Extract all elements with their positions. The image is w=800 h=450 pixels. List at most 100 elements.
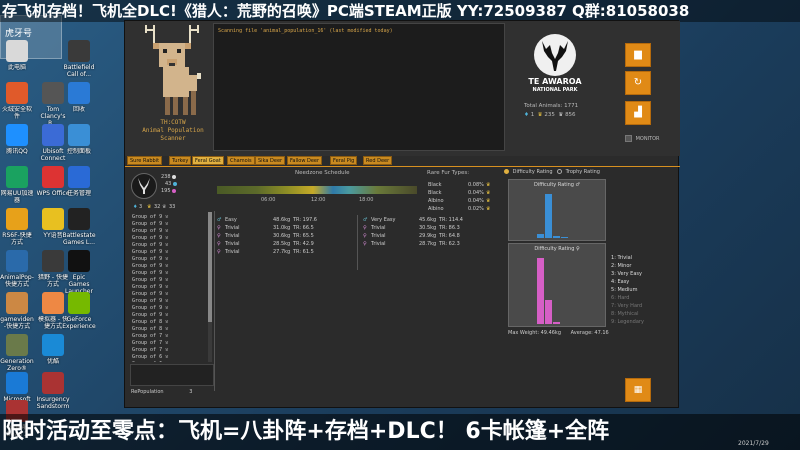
list-item[interactable]: Group of 9 ♉ [132, 284, 168, 290]
female-dot-icon [172, 188, 177, 193]
list-item[interactable]: Group of 9 ♉ [132, 249, 168, 255]
tab-species[interactable]: Feral Goat [192, 156, 224, 165]
app-icon [42, 82, 64, 104]
tab-species[interactable]: Turkey [169, 156, 192, 165]
tab-species[interactable]: Red Deer [363, 156, 393, 165]
female-icon: ♀ [217, 225, 221, 231]
trophy-rating-radio[interactable]: Trophy Rating [557, 169, 600, 175]
monitor-checkbox[interactable] [625, 135, 632, 142]
tab-species[interactable]: Feral Pig [330, 156, 358, 165]
desktop-shortcut-label: 腾讯QQ [6, 148, 28, 155]
desktop-shortcut[interactable]: Battlestate Games L... [62, 208, 96, 246]
desktop-shortcut-label: RS6F-快捷方式 [2, 232, 32, 246]
desktop-shortcut[interactable]: Battlefield Call of... [62, 40, 96, 78]
list-item[interactable]: Group of 9 ♉ [132, 312, 168, 318]
difficulty: Trivial [371, 225, 386, 231]
legend-label: Very Easy [617, 271, 642, 277]
tab-species[interactable]: Fallow Deer [287, 156, 323, 165]
trophy-icon: ♛ [486, 182, 491, 188]
open-folder-button[interactable]: ▆ [625, 43, 651, 67]
group-list[interactable]: Group of 9 ♉ Group of 9 ♉ Group of 9 ♉ Grou… [130, 212, 214, 362]
group-list-scrollbar[interactable] [208, 212, 212, 362]
goat-icon [138, 178, 150, 194]
legend-label: Mythical [617, 311, 639, 317]
stats-chart-button[interactable]: ▟ [625, 101, 651, 125]
legend-label: Medium [617, 287, 638, 293]
legend-number: 4 [611, 279, 615, 285]
desktop-shortcut[interactable]: 腾讯QQ [0, 124, 34, 155]
desktop-shortcut[interactable]: 优酷 [36, 334, 70, 365]
list-item[interactable]: Group of 6 ♉ [132, 361, 168, 362]
desktop-shortcut[interactable]: 网易UU加速器 [0, 166, 34, 204]
trophy-rating: TR: 86.3 [439, 225, 460, 231]
app-icon [6, 166, 28, 188]
trophy-stats: ♦ 1 ♛ 235 ♛ 856 [524, 112, 576, 118]
map-export-button[interactable]: ▦ [625, 378, 651, 402]
desktop-shortcut[interactable]: 控制面板 [62, 124, 96, 155]
list-item[interactable]: Group of 7 ♉ [132, 333, 168, 339]
list-item[interactable]: Group of 9 ♉ [132, 298, 168, 304]
antler-icon: ♉ [162, 298, 169, 304]
antler-icon: ♉ [162, 319, 169, 325]
tab-species[interactable]: Sika Deer [255, 156, 286, 165]
list-item[interactable]: Group of 6 ♉ [132, 354, 168, 360]
desktop-shortcut-label: 控制面板 [66, 148, 91, 155]
desktop-shortcut[interactable]: 任务管理 [62, 166, 96, 197]
list-item[interactable]: Group of 9 ♉ [132, 270, 168, 276]
male-icon: ♂ [217, 217, 222, 223]
list-item[interactable]: Group of 9 ♉ [132, 291, 168, 297]
list-item[interactable]: Group of 7 ♉ [132, 347, 168, 353]
difficulty-rating-radio[interactable]: Difficulty Rating [504, 169, 553, 175]
needzone-tick: 12:00 [311, 197, 326, 203]
list-item[interactable]: Group of 8 ♉ [132, 319, 168, 325]
list-item[interactable]: Group of 7 ♉ [132, 340, 168, 346]
list-item[interactable]: Group of 8 ♉ [132, 326, 168, 332]
difficulty: Trivial [371, 241, 386, 247]
female-icon: ♀ [363, 241, 367, 247]
refresh-button[interactable]: ↻ [625, 71, 651, 95]
female-icon: ♀ [217, 233, 221, 239]
desktop-shortcut[interactable]: 此电脑 [0, 40, 34, 71]
list-item[interactable]: Group of 9 ♉ [132, 263, 168, 269]
desktop-shortcut[interactable]: Epic Games Launcher [62, 250, 96, 295]
list-item[interactable]: Group of 9 ♉ [132, 277, 168, 283]
fur-name: Albino [428, 198, 444, 204]
desktop-shortcut[interactable]: Insurgency Sandstorm [36, 372, 70, 410]
list-item[interactable]: Group of 9 ♉ [132, 305, 168, 311]
list-item[interactable]: Group of 9 ♉ [132, 221, 168, 227]
desktop-shortcut[interactable]: AnimalPop-快捷方式 [0, 250, 34, 288]
rare-fur-row: Albino 0.02% ♛ [428, 206, 490, 212]
tab-species[interactable]: Sure Rabbit [127, 156, 163, 165]
trophy-rating-label: Trophy Rating [565, 169, 600, 175]
chart-title-male: Difficulty Rating ♂ [533, 182, 581, 188]
animal-list: ♂ Easy 48.6kg TR: 197.6 ♀ Trivial 31.0kg TR: 66… [217, 213, 499, 388]
fur-name: Black [428, 190, 442, 196]
desktop-shortcut[interactable]: Generation Zero® [0, 334, 34, 372]
scrollbar-thumb[interactable] [208, 212, 212, 322]
group-label: Group of [132, 228, 157, 234]
list-item[interactable]: Group of 9 ♉ [132, 256, 168, 262]
desktop-shortcut[interactable]: RS6F-快捷方式 [0, 208, 34, 246]
list-item[interactable]: Group of 9 ♉ [132, 228, 168, 234]
trophy-rating: TR: 65.5 [293, 233, 314, 239]
monitor-toggle[interactable]: MONITOR [625, 135, 660, 142]
desktop-shortcut[interactable]: GeForce Experience [62, 292, 96, 330]
refresh-icon: ↻ [633, 77, 643, 88]
list-item[interactable]: Group of 9 ♉ [132, 242, 168, 248]
tab-species[interactable]: Chamois [227, 156, 255, 165]
list-item[interactable]: Group of 9 ♉ [132, 214, 168, 220]
legend-number: 8 [611, 311, 615, 317]
tab-divider [125, 166, 680, 167]
legend-label: Very Hard [617, 303, 643, 309]
legend-number: 5 [611, 287, 615, 293]
app-icon [42, 208, 64, 230]
legend-item: 8: Mythical [611, 311, 639, 317]
species-female: 195 [161, 188, 177, 194]
desktop-shortcut[interactable]: 火绒安全软件 [0, 82, 34, 120]
desktop-shortcut[interactable]: 回收 [62, 82, 96, 113]
desktop-shortcut[interactable]: gameviden -快捷方式 [0, 292, 34, 330]
group-label: Group of [132, 291, 157, 297]
list-item[interactable]: Group of 9 ♉ [132, 235, 168, 241]
app-icon [6, 124, 28, 146]
rare-fur-row: Black 0.08% ♛ [428, 182, 490, 188]
